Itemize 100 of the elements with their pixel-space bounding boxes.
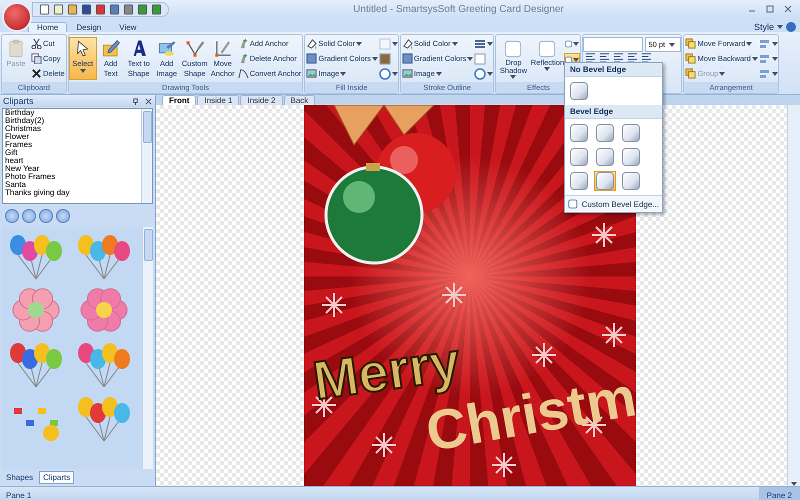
caret-icon: [772, 72, 778, 76]
picture-icon: [306, 68, 318, 79]
curve-icon: [238, 68, 249, 79]
rounded-square-icon: [537, 39, 558, 59]
snowflake-icon: [602, 323, 626, 347]
pencil-icon: [100, 39, 121, 59]
lines-icon[interactable]: [474, 38, 486, 50]
rounded-square-icon: [503, 39, 524, 59]
panel-title: Cliparts: [3, 96, 34, 106]
bevel-option[interactable]: [568, 123, 590, 143]
scrollbar[interactable]: [142, 227, 153, 469]
scrollbar[interactable]: [141, 109, 152, 203]
color-wheel-icon[interactable]: [378, 68, 391, 80]
status-text: Pane 1: [5, 491, 32, 500]
category-item[interactable]: Birthday: [5, 109, 141, 117]
bevel-option[interactable]: [620, 123, 642, 143]
rounded-square-icon: [568, 198, 578, 210]
copy-icon: [31, 53, 42, 64]
scrollbar[interactable]: [787, 105, 800, 486]
next-icon[interactable]: [39, 209, 53, 223]
first-icon[interactable]: [5, 209, 19, 223]
bevel-option[interactable]: [568, 171, 590, 191]
paint-bucket-icon: [402, 38, 413, 49]
caret-icon: [487, 72, 494, 76]
snowflake-icon: [322, 293, 346, 317]
caret-icon: [487, 42, 494, 46]
menu-heading: No Bevel Edge: [565, 63, 662, 77]
align-objects-icon[interactable]: [758, 38, 771, 50]
ribbon-tab[interactable]: Home: [28, 22, 68, 32]
paint-bucket-icon: [306, 38, 318, 49]
caret-icon: [392, 42, 398, 46]
stacked-squares-icon: [685, 38, 696, 49]
bevel-option[interactable]: [568, 147, 590, 167]
category-item[interactable]: Gift: [5, 149, 141, 157]
menu-item[interactable]: Custom Bevel Edge...: [565, 195, 662, 212]
page-tab[interactable]: Inside 1: [197, 95, 240, 105]
caret-icon: [669, 42, 676, 46]
align-objects-icon[interactable]: [758, 52, 771, 64]
app-menu-button[interactable]: [2, 2, 32, 32]
color-wheel-icon[interactable]: [474, 68, 486, 80]
align-lines-icon[interactable]: [641, 52, 652, 63]
snowflake-icon: [592, 223, 616, 247]
scissors-icon: [31, 38, 42, 49]
status-text: Pane 2: [758, 487, 800, 500]
close-icon[interactable]: [784, 5, 792, 13]
category-item[interactable]: heart: [5, 157, 141, 165]
align-lines-icon[interactable]: [613, 52, 624, 63]
cross-icon: [31, 68, 42, 79]
bevel-option[interactable]: [594, 171, 616, 191]
panel-tab[interactable]: Cliparts: [39, 471, 74, 484]
category-item[interactable]: Santa: [5, 181, 141, 189]
font-name-field[interactable]: [583, 37, 644, 52]
category-item[interactable]: Christmas: [5, 125, 141, 133]
bevel-option[interactable]: [620, 147, 642, 167]
ribbon-tab[interactable]: Design: [67, 22, 110, 32]
gradient-icon: [306, 53, 318, 64]
category-item[interactable]: Frames: [5, 141, 141, 149]
style-menu[interactable]: Style: [754, 22, 774, 32]
panel-tab[interactable]: Shapes: [2, 471, 38, 484]
caret-icon: [772, 56, 778, 60]
snowflake-icon: [532, 343, 556, 367]
window-title: Untitled - SmartsysSoft Greeting Card Designer: [353, 4, 564, 14]
page-tab[interactable]: Inside 2: [240, 95, 282, 105]
caret-icon: [777, 25, 783, 29]
category-item[interactable]: Photo Frames: [5, 173, 141, 181]
empty-swatch-icon[interactable]: [378, 38, 391, 50]
align-objects-icon[interactable]: [758, 68, 771, 80]
stacked-squares-icon: [685, 53, 696, 64]
align-lines-icon[interactable]: [599, 52, 610, 63]
last-icon[interactable]: [56, 209, 70, 223]
texture-swatch-icon[interactable]: [378, 52, 391, 64]
previous-icon[interactable]: [22, 209, 36, 223]
maximize-icon[interactable]: [766, 5, 774, 13]
caret-icon: [573, 42, 580, 46]
swatch-icon[interactable]: [474, 52, 486, 64]
page-tab[interactable]: Front: [162, 95, 196, 105]
ribbon-tab[interactable]: View: [110, 22, 146, 32]
gradient-icon: [402, 53, 413, 64]
pin-icon[interactable]: [132, 98, 139, 104]
align-lines-icon[interactable]: [627, 52, 638, 63]
bevel-option[interactable]: [594, 123, 616, 143]
stacked-squares-icon: [685, 68, 696, 79]
caret-icon: [392, 72, 398, 76]
close-icon[interactable]: [145, 98, 152, 104]
caret-icon: [772, 42, 778, 46]
category-item[interactable]: New Year: [5, 165, 141, 173]
help-icon[interactable]: [786, 22, 796, 32]
snowflake-icon: [442, 283, 466, 307]
menu-heading: Bevel Edge: [565, 105, 662, 119]
bevel-option[interactable]: [594, 147, 616, 167]
category-item[interactable]: Flower: [5, 133, 141, 141]
category-item[interactable]: Thanks giving day: [5, 189, 141, 197]
category-item[interactable]: Birthday(2): [5, 117, 141, 125]
align-lines-icon[interactable]: [585, 52, 596, 63]
picture-icon: [156, 39, 177, 59]
bevel-option[interactable]: [568, 81, 590, 101]
page-tab[interactable]: Back: [284, 95, 316, 105]
picture-icon: [402, 68, 413, 79]
snowflake-icon: [492, 453, 516, 477]
bevel-option[interactable]: [620, 171, 642, 191]
